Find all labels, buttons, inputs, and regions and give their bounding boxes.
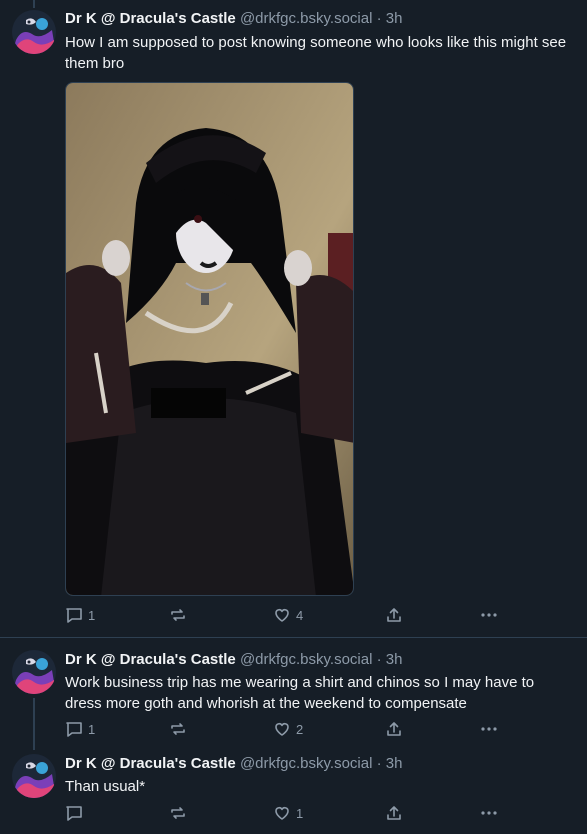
repost-button[interactable] [169,719,192,739]
repost-button[interactable] [169,605,192,625]
more-icon [481,811,497,815]
post-actions: 1 4 [65,605,505,625]
share-icon [387,722,401,736]
share-button[interactable] [385,803,403,823]
avatar[interactable] [12,650,56,694]
reply-button[interactable]: 1 [65,719,95,739]
like-count: 2 [296,721,304,737]
avatar[interactable] [12,754,56,798]
like-icon [275,807,289,820]
post-time[interactable]: 3h [386,755,403,772]
reply-count: 1 [88,607,96,623]
share-icon [387,806,401,820]
share-button[interactable] [385,605,403,625]
like-button[interactable]: 4 [273,605,303,625]
reply-button[interactable] [65,803,88,823]
share-button[interactable] [385,719,403,739]
post-text: How I am supposed to post knowing someon… [65,34,567,72]
author-name[interactable]: Dr K @ Dracula's Castle [65,651,236,668]
more-icon [481,727,497,731]
share-icon [387,608,401,622]
more-options-button[interactable] [480,605,498,625]
post-time[interactable]: 3h [386,10,403,27]
reply-button[interactable]: 1 [65,605,95,625]
more-options-button[interactable] [480,803,498,823]
post-header: Dr K @ Dracula's Castle @drkfgc.bsky.soc… [65,650,402,670]
post-header: Dr K @ Dracula's Castle @drkfgc.bsky.soc… [65,9,402,29]
repost-icon [171,807,185,819]
like-icon [275,609,289,622]
repost-icon [171,609,185,621]
author-handle[interactable]: @drkfgc.bsky.social [240,651,373,668]
separator: · [376,651,382,668]
author-handle[interactable]: @drkfgc.bsky.social [240,755,373,772]
post-text: Work business trip has me wearing a shir… [65,674,535,712]
repost-icon [171,723,185,735]
reply-count: 1 [88,721,96,737]
author-handle[interactable]: @drkfgc.bsky.social [240,10,373,27]
post-2[interactable]: Dr K @ Dracula's Castle @drkfgc.bsky.soc… [0,638,587,750]
post-actions: 1 2 [65,719,505,739]
like-button[interactable]: 1 [273,803,303,823]
like-count: 1 [296,805,304,821]
reply-icon [66,608,82,623]
like-count: 4 [296,607,304,623]
thread-line-above [33,0,35,8]
post-time[interactable]: 3h [386,651,403,668]
post-header: Dr K @ Dracula's Castle @drkfgc.bsky.soc… [65,754,402,774]
separator: · [376,10,382,27]
author-name[interactable]: Dr K @ Dracula's Castle [65,10,236,27]
separator: · [376,755,382,772]
more-icon [481,613,497,617]
post-text: Than usual* [65,778,146,795]
reply-icon [66,806,82,821]
post-actions: 1 [65,803,505,823]
goth-portrait-photo [66,83,353,595]
like-icon [275,723,289,736]
post-image[interactable] [65,82,354,596]
author-name[interactable]: Dr K @ Dracula's Castle [65,755,236,772]
avatar[interactable] [12,10,56,54]
post-1[interactable]: Dr K @ Dracula's Castle @drkfgc.bsky.soc… [0,0,587,637]
reply-icon [66,722,82,737]
like-button[interactable]: 2 [273,719,303,739]
repost-button[interactable] [169,803,192,823]
post-3[interactable]: Dr K @ Dracula's Castle @drkfgc.bsky.soc… [0,742,587,834]
more-options-button[interactable] [480,719,498,739]
